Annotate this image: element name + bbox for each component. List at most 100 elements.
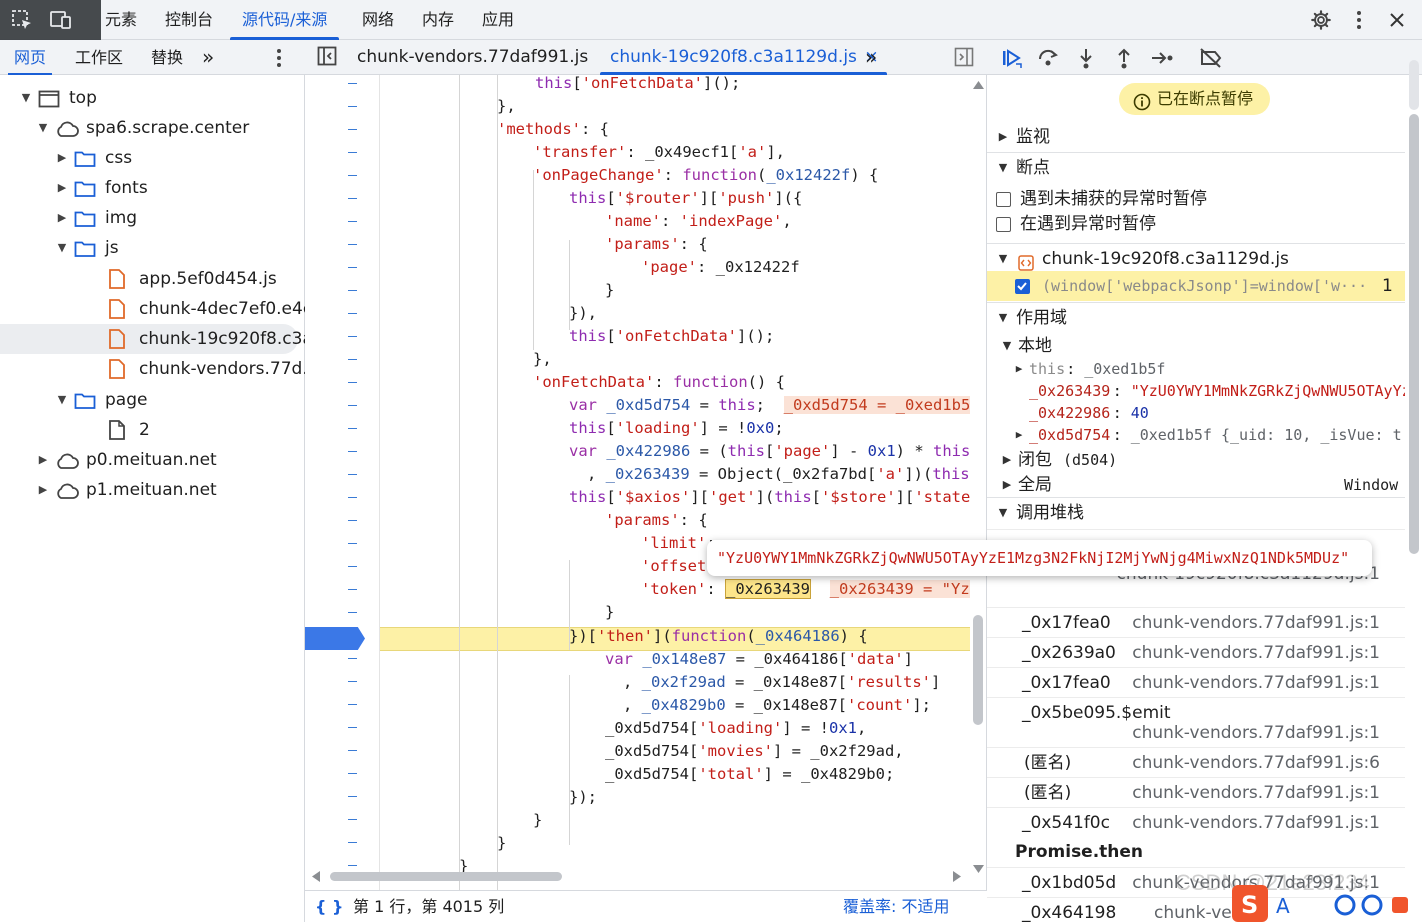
line-marker[interactable] [348,727,357,728]
pause-uncaught-checkbox[interactable] [996,192,1011,207]
call-frame[interactable]: _0x17fea0 chunk-vendors.77daf991.js:1 [987,607,1405,637]
line-marker[interactable] [348,520,357,521]
tree-item[interactable]: ▶ p1.meituan.net [0,475,305,505]
call-frame[interactable]: _0x541f0c chunk-vendors.77daf991.js:1 [987,807,1405,837]
expand-arrow-icon[interactable]: ▶ [1013,358,1025,380]
tab-page[interactable]: 网页 [7,40,53,75]
line-marker[interactable] [348,83,357,84]
step-icon[interactable] [1149,45,1175,71]
step-out-icon[interactable] [1111,45,1137,71]
tree-item[interactable]: ▼ spa6.scrape.center [0,113,305,143]
line-marker[interactable] [348,382,357,383]
collapse-arrow-icon[interactable]: ▼ [56,233,68,263]
call-frame[interactable]: _0x5be095.$emit chunk-vendors.77daf991.js… [987,697,1405,747]
tree-item[interactable]: ▶ p0.meituan.net [0,445,305,475]
line-marker[interactable] [348,175,357,176]
line-marker[interactable] [348,313,357,314]
editor-vertical-scrollbar[interactable] [970,75,987,890]
expand-arrow-icon[interactable]: ▶ [56,203,68,233]
line-marker[interactable] [348,428,357,429]
line-marker[interactable] [348,336,357,337]
collapse-arrow-icon[interactable]: ▼ [56,385,68,415]
watch-section[interactable]: ▶ 监视 [987,122,1405,152]
inspect-element-icon[interactable] [10,8,34,32]
callstack-section[interactable]: ▼ 调用堆栈 [987,497,1405,527]
tree-item[interactable]: ▶ css [0,143,305,173]
line-marker[interactable] [348,359,357,360]
line-marker[interactable] [348,842,357,843]
tab-memory[interactable]: 内存 [420,0,456,40]
pause-caught-checkbox[interactable] [996,217,1011,232]
line-marker[interactable] [348,106,357,107]
call-frame[interactable]: (匿名) chunk-vendors.77daf991.js:6 [987,747,1405,777]
tab-workspace[interactable]: 工作区 [75,40,123,75]
tab-overrides[interactable]: 替换 [151,40,183,75]
step-into-icon[interactable] [1073,45,1099,71]
line-marker[interactable] [348,681,357,682]
device-toggle-icon[interactable] [49,8,73,32]
expand-arrow-icon[interactable]: ▶ [37,475,49,505]
tab-elements[interactable]: 元素 [103,0,139,40]
line-gutter[interactable] [305,75,380,890]
line-marker[interactable] [348,796,357,797]
scope-variable[interactable]: _0x422986:40 [987,402,1405,424]
tab-network[interactable]: 网络 [360,0,396,40]
breakpoints-section[interactable]: ▼ 断点 [987,152,1405,182]
line-marker[interactable] [348,474,357,475]
tree-item[interactable]: ▶ img [0,203,305,233]
tab-console[interactable]: 控制台 [163,0,215,40]
scope-variable[interactable]: ▶ _0xd5d754: _0xed1b5f {_uid: 10, _isVue: … [987,424,1405,446]
tab-application[interactable]: 应用 [480,0,516,40]
line-marker[interactable] [348,612,357,613]
tree-item[interactable]: chunk-vendors.77d... [0,354,319,384]
expand-arrow-icon[interactable]: ▶ [56,173,68,203]
pretty-print-button[interactable]: { } [315,891,343,922]
line-marker[interactable] [348,129,357,130]
tree-item[interactable]: app.5ef0d454.js [0,264,305,294]
more-tabs-button[interactable]: » [202,40,214,75]
line-marker[interactable] [348,750,357,751]
line-marker[interactable] [348,773,357,774]
scope-section[interactable]: ▼ 作用域 [987,302,1405,332]
expand-arrow-icon[interactable]: ▶ [1013,424,1025,446]
line-marker[interactable] [348,198,357,199]
tree-item[interactable]: ▶ fonts [0,173,305,203]
line-marker[interactable] [348,566,357,567]
line-marker[interactable] [348,704,357,705]
editor-tab-vendors[interactable]: chunk-vendors.77daf991.js [357,40,588,75]
call-frame[interactable]: (匿名) chunk-vendors.77daf991.js:1 [987,777,1405,807]
toggle-debugger-icon[interactable] [954,47,974,71]
line-marker[interactable] [348,405,357,406]
close-devtools-icon[interactable] [1384,7,1410,33]
scope-variable[interactable]: ▶ this: _0xed1b5f [987,358,1405,380]
deactivate-breakpoints-icon[interactable] [1198,45,1224,71]
line-marker[interactable] [348,589,357,590]
line-marker[interactable] [348,221,357,222]
line-marker[interactable] [348,451,357,452]
toggle-navigator-icon[interactable] [317,46,337,70]
pause-caught-row[interactable]: 在遇到异常时暂停 [987,209,1405,239]
line-marker[interactable] [348,290,357,291]
call-frame[interactable]: _0x2639a0 chunk-vendors.77daf991.js:1 [987,637,1405,667]
collapse-arrow-icon[interactable]: ▼ [37,113,49,143]
tree-item[interactable]: ▼ page [0,385,305,415]
line-marker[interactable] [348,267,357,268]
breakpoint-file-row[interactable]: ▼ chunk-19c920f8.c3a1129d.js [987,243,1405,273]
breakpoint-entry[interactable]: (window['webpackJsonp']=window['w··· 1 [987,271,1405,301]
step-over-icon[interactable] [1035,45,1061,71]
more-editor-tabs[interactable]: » [865,40,877,75]
breakpoint-enabled-checkbox[interactable] [1015,279,1030,294]
settings-gear-icon[interactable] [1308,7,1334,33]
tree-item[interactable]: 2 [0,415,305,445]
tab-sources[interactable]: 源代码/来源 [229,0,340,40]
navigator-menu-icon[interactable] [276,48,282,72]
more-options-icon[interactable] [1346,7,1372,33]
editor-tab-chunk[interactable]: chunk-19c920f8.c3a1129d.js × [600,40,887,75]
local-scope-row[interactable]: ▼ 本地 [987,331,1405,361]
line-marker[interactable] [348,658,357,659]
line-marker[interactable] [348,543,357,544]
breakpoint-marker[interactable] [305,627,365,650]
scope-variable[interactable]: _0x263439: "YzU0YWY1MmNkZGRkZjQwNWU5OTAyY… [987,380,1405,402]
expand-arrow-icon[interactable]: ▶ [37,445,49,475]
debugger-scrollbar[interactable] [1405,58,1422,922]
